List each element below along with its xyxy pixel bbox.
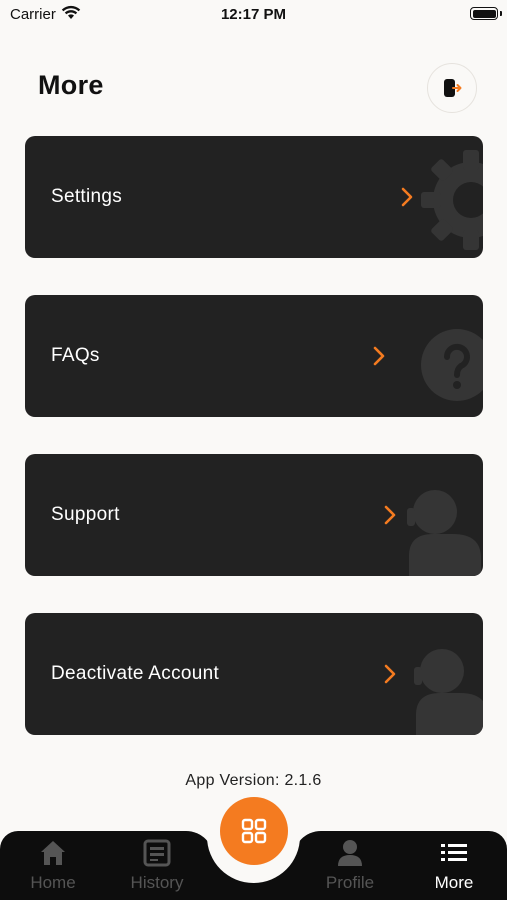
home-icon: [41, 841, 65, 865]
tab-home[interactable]: Home: [8, 838, 98, 893]
profile-icon: [338, 840, 362, 866]
chevron-right-icon: [401, 187, 413, 207]
gear-icon: [421, 150, 483, 250]
support-card[interactable]: Support: [25, 454, 483, 576]
app-version: App Version: 2.1.6: [185, 772, 322, 789]
deactivate-account-label: Deactivate Account: [51, 663, 220, 684]
status-bar: Carrier 12:17 PM: [0, 0, 507, 30]
settings-card[interactable]: Settings: [25, 136, 483, 258]
tab-profile-label: Profile: [325, 873, 375, 892]
chevron-right-icon: [384, 505, 396, 525]
tab-more[interactable]: More: [409, 838, 499, 893]
page-title: More: [38, 70, 104, 100]
logout-icon: [444, 79, 462, 97]
settings-label: Settings: [51, 186, 123, 207]
tab-home-label: Home: [30, 873, 76, 892]
question-icon: [421, 329, 483, 401]
support-icon: [407, 490, 481, 576]
tab-history[interactable]: History: [112, 838, 202, 893]
chevron-right-icon: [373, 346, 385, 366]
list-icon: [441, 844, 467, 861]
chevron-right-icon: [384, 664, 396, 684]
support-label: Support: [51, 504, 120, 525]
logout-button[interactable]: [427, 63, 477, 113]
faqs-label: FAQs: [51, 345, 100, 366]
tab-profile[interactable]: Profile: [305, 838, 395, 893]
support-icon: [414, 649, 483, 735]
tab-history-label: History: [130, 873, 184, 892]
history-icon: [143, 839, 171, 867]
deactivate-account-card[interactable]: Deactivate Account: [25, 613, 483, 735]
grid-icon: [241, 818, 267, 844]
faqs-card[interactable]: FAQs: [25, 295, 483, 417]
battery-cap: [500, 11, 502, 16]
tab-more-label: More: [434, 873, 474, 892]
battery-icon: [470, 7, 498, 20]
status-time: 12:17 PM: [220, 6, 287, 23]
center-grid-button[interactable]: [220, 797, 288, 865]
